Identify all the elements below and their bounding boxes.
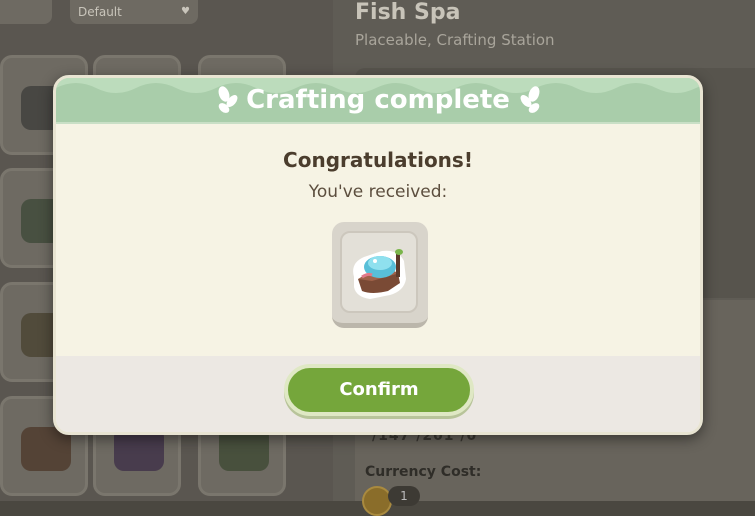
sort-dropdown[interactable]: Default ♥ <box>70 0 198 24</box>
congratulations-heading: Congratulations! <box>283 148 473 172</box>
fish-spa-item-icon <box>353 249 406 299</box>
reward-item-frame <box>340 231 418 313</box>
confirm-button[interactable]: Confirm <box>284 364 474 416</box>
coin-icon <box>362 486 392 516</box>
currency-qty: 1 <box>388 486 420 506</box>
chevron-down-icon: ♥ <box>181 6 190 17</box>
reward-item-slot[interactable] <box>332 222 428 328</box>
dialog-header: Crafting complete <box>56 78 700 124</box>
filter-button[interactable] <box>0 0 52 24</box>
received-label: You've received: <box>308 182 448 202</box>
sort-dropdown-value: Default <box>78 5 122 19</box>
currency-cost-label: Currency Cost: <box>365 464 482 480</box>
item-tags: Placeable, Crafting Station <box>355 31 555 49</box>
dialog-title: Crafting complete <box>246 85 510 115</box>
leaf-sprig-icon <box>520 86 540 113</box>
item-name: Fish Spa <box>355 0 461 25</box>
crafting-complete-dialog: Crafting complete Congratulations! You'v… <box>53 75 703 435</box>
dialog-footer: Confirm <box>56 356 700 432</box>
